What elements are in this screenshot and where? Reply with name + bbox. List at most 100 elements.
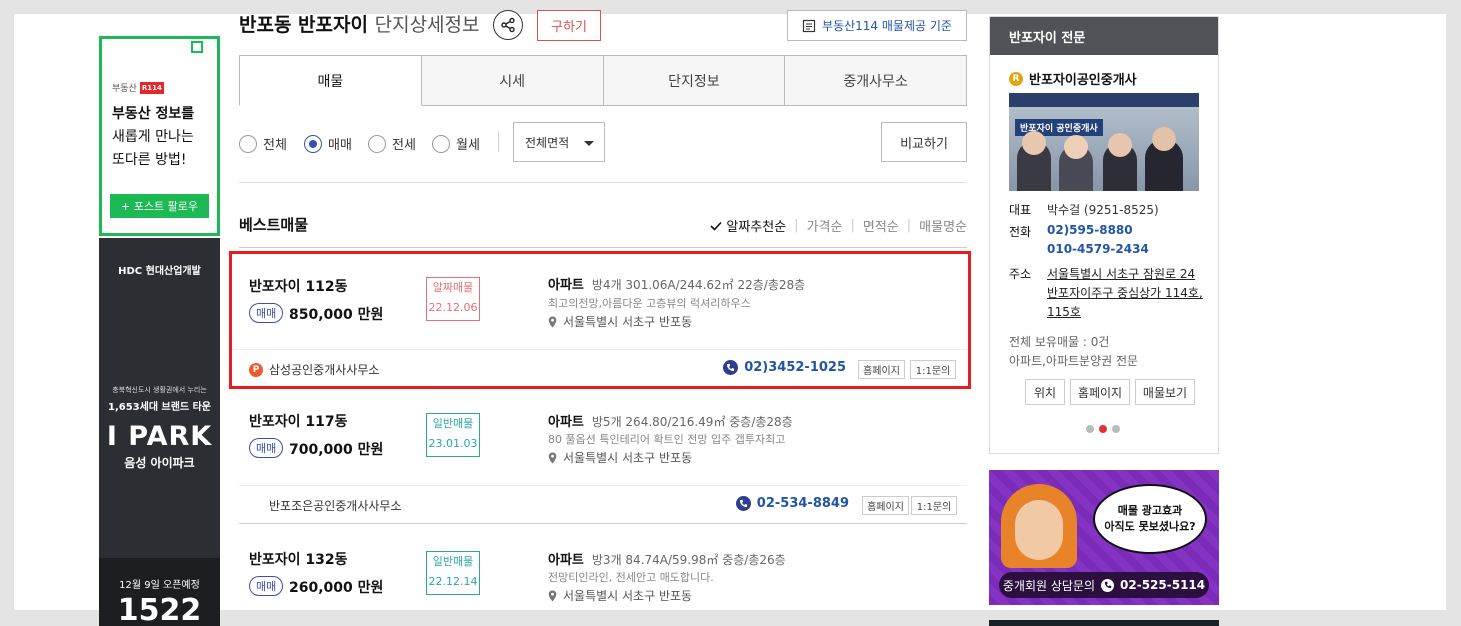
ad-cta[interactable]: 중개회원 상담문의 02-525-5114 — [999, 572, 1209, 598]
radio-label: 전체 — [263, 138, 287, 153]
agency-phone[interactable]: 02-534-8849 — [735, 496, 849, 511]
listing-address: 서울특별시 서초구 반포동 — [548, 313, 692, 330]
sort-recommended[interactable]: 알짜추천순 — [726, 216, 786, 235]
panel-address[interactable]: 서울특별시 서초구 잠원로 24 반포자이주구 중심상가 114호, 115호 — [1047, 265, 1203, 322]
bubble-line-2: 아직도 못보셨나요? — [1104, 520, 1196, 533]
area-select[interactable]: 전체면적 — [513, 122, 605, 162]
ad-small-2: 1,653세대 브랜드 타운 — [108, 402, 211, 413]
rep-label: 대표 — [1009, 203, 1032, 217]
address-line: 반포자이주구 중심상가 114호, — [1047, 286, 1203, 300]
carousel-dot[interactable] — [1112, 425, 1120, 433]
property-type: 아파트 — [548, 415, 584, 430]
listing-name: 반포자이 132동 — [249, 552, 348, 568]
agency-phone[interactable]: 02)3452-1025 — [723, 360, 846, 375]
listing-name: 반포자이 117동 — [249, 414, 348, 430]
tab-listings[interactable]: 매물 — [239, 56, 422, 106]
location-button[interactable]: 위치 — [1025, 379, 1065, 405]
ad-phone-number: 1522 — [117, 593, 202, 626]
location-pin-icon — [548, 452, 557, 463]
listing-item[interactable]: 반포자이 132동 매매 260,000 만원 일반매물 22.12.14 아파… — [239, 524, 967, 626]
view-listings-button[interactable]: 매물보기 — [1135, 379, 1195, 405]
ad-cta-label: 중개회원 상담문의 — [1002, 578, 1096, 593]
listing-price: 260,000 만원 — [289, 580, 384, 596]
inquiry-button[interactable]: 1:1문의 — [910, 360, 956, 379]
homepage-button[interactable]: 홈페이지 — [1070, 379, 1130, 405]
radio-dot — [432, 134, 450, 153]
ad-company: HDC 현대산업개발 — [118, 266, 201, 277]
carousel-dot[interactable] — [1086, 425, 1094, 433]
share-icon — [501, 17, 515, 33]
sort-area[interactable]: 면적순 — [863, 216, 899, 235]
listing-item[interactable]: 반포자이 117동 매매 700,000 만원 일반매물 23.01.03 아파… — [239, 386, 967, 524]
sort-separator: | — [850, 218, 855, 233]
address-label: 주소 — [1009, 267, 1032, 281]
homepage-button[interactable]: 홈페이지 — [858, 360, 905, 379]
featured-agency-panel: 반포자이 전문 R 반포자이공인중개사 반포자이 공인중개사 대표 박수걸 (92… — [989, 16, 1219, 454]
tab-prices[interactable]: 시세 — [421, 56, 604, 105]
homepage-button[interactable]: 홈페이지 — [862, 496, 909, 515]
page-title: 반포동 반포자이 단지상세정보 — [239, 10, 480, 37]
panel-phone-2[interactable]: 010-4579-2434 — [1047, 242, 1149, 256]
panel-title: 반포자이 전문 — [990, 17, 1218, 55]
radio-monthly[interactable]: 월세 — [432, 134, 480, 153]
ad-open-date: 12월 9일 오픈예정 — [119, 580, 200, 591]
sort-options: 알짜추천순 | 가격순 | 면적순 | 매물명순 — [690, 216, 967, 235]
ad-brand-badge: R114 — [139, 81, 164, 94]
inquiry-button[interactable]: 1:1문의 — [911, 496, 957, 515]
post-follow-button[interactable]: + 포스트 팔로우 — [110, 194, 209, 218]
tab-complex-info[interactable]: 단지정보 — [603, 56, 786, 105]
radio-jeonse[interactable]: 전세 — [368, 134, 416, 153]
area-select-value: 전체면적 — [525, 135, 570, 150]
ad-small-1: 충북혁신도시 생활권에서 누리는 — [112, 386, 207, 394]
sort-name[interactable]: 매물명순 — [919, 216, 967, 235]
holdings-count: 전체 보유매물 : 0건 — [1009, 335, 1110, 349]
ad-brand-logo: I PARK — [106, 421, 213, 452]
carousel-dots — [1086, 425, 1120, 433]
filter-divider — [498, 132, 499, 152]
title-main: 반포동 반포자이 — [239, 14, 368, 36]
office-name[interactable]: R 반포자이공인중개사 — [1009, 69, 1137, 88]
listing-agency-row: P 삼성공인중개사사무소 02)3452-1025 홈페이지 1:1문의 — [232, 349, 968, 388]
trade-type-badge: 매매 — [249, 438, 284, 458]
listing-item[interactable]: 반포자이 112동 매매 850,000 만원 알짜매물 22.12.06 아파… — [229, 251, 971, 389]
agency: P 삼성공인중개사사무소 — [249, 361, 379, 378]
radio-dot — [239, 134, 257, 153]
office-photo: 반포자이 공인중개사 — [1009, 93, 1199, 191]
listing-ad-banner[interactable]: 매물 광고효과 아직도 못보셨나요? 중개회원 상담문의 02-525-5114 — [989, 470, 1219, 605]
realtor-badge-icon: R — [1009, 71, 1023, 86]
carousel-dot[interactable] — [1099, 425, 1107, 433]
listing-tag: 일반매물 23.01.03 — [426, 413, 480, 457]
rep-row: 대표 박수걸 (9251-8525) — [1009, 201, 1159, 218]
radio-label: 매매 — [328, 138, 352, 153]
compare-button[interactable]: 비교하기 — [881, 122, 967, 162]
radio-all[interactable]: 전체 — [239, 134, 287, 153]
property-spec: 방5개 264.80/216.49㎡ 중층/총28층 — [591, 415, 793, 429]
next-ad-banner[interactable] — [989, 620, 1219, 626]
r114-post-ad[interactable]: 부동산 R114 부동산 정보를 새롭게 만나는 또다른 방법! + 포스트 팔… — [99, 36, 220, 236]
phone-label: 전화 — [1009, 225, 1032, 239]
buy-request-button[interactable]: 구하기 — [537, 10, 601, 41]
radio-sale[interactable]: 매매 — [304, 134, 352, 153]
phone-row: 전화 — [1009, 223, 1047, 240]
source-info-button[interactable]: 부동산114 매물제공 기준 — [787, 10, 967, 41]
specialty: 아파트,아파트분양권 전문 — [1009, 354, 1139, 368]
sort-price[interactable]: 가격순 — [807, 216, 843, 235]
ipark-ad[interactable]: HDC 현대산업개발 충북혁신도시 생활권에서 누리는 1,653세대 브랜드 … — [99, 238, 220, 626]
agency: 반포조은공인중개사사무소 — [269, 497, 401, 514]
filter-bar: 전체 매매 전세 월세 전체면적 비교하기 — [239, 122, 967, 162]
location-pin-icon — [548, 316, 557, 327]
listing-desc: 최고의전망,아름다운 고층뷰의 럭셔리하우스 — [548, 297, 751, 310]
bookmark-icon — [191, 41, 203, 53]
share-button[interactable] — [493, 10, 523, 40]
bubble-line-1: 매물 광고효과 — [1117, 504, 1183, 517]
address-text: 서울특별시 서초구 반포동 — [563, 589, 693, 603]
panel-phone-1[interactable]: 02)595-8880 — [1047, 223, 1133, 237]
listing-address: 서울특별시 서초구 반포동 — [548, 449, 692, 466]
location-pin-icon — [548, 590, 557, 601]
listing-price: 850,000 만원 — [289, 307, 384, 323]
sort-separator: | — [794, 218, 799, 233]
radio-label: 전세 — [392, 138, 416, 153]
property-type: 아파트 — [548, 278, 584, 293]
tab-agencies[interactable]: 중개사무소 — [785, 56, 967, 105]
address-row: 주소 — [1009, 265, 1047, 282]
